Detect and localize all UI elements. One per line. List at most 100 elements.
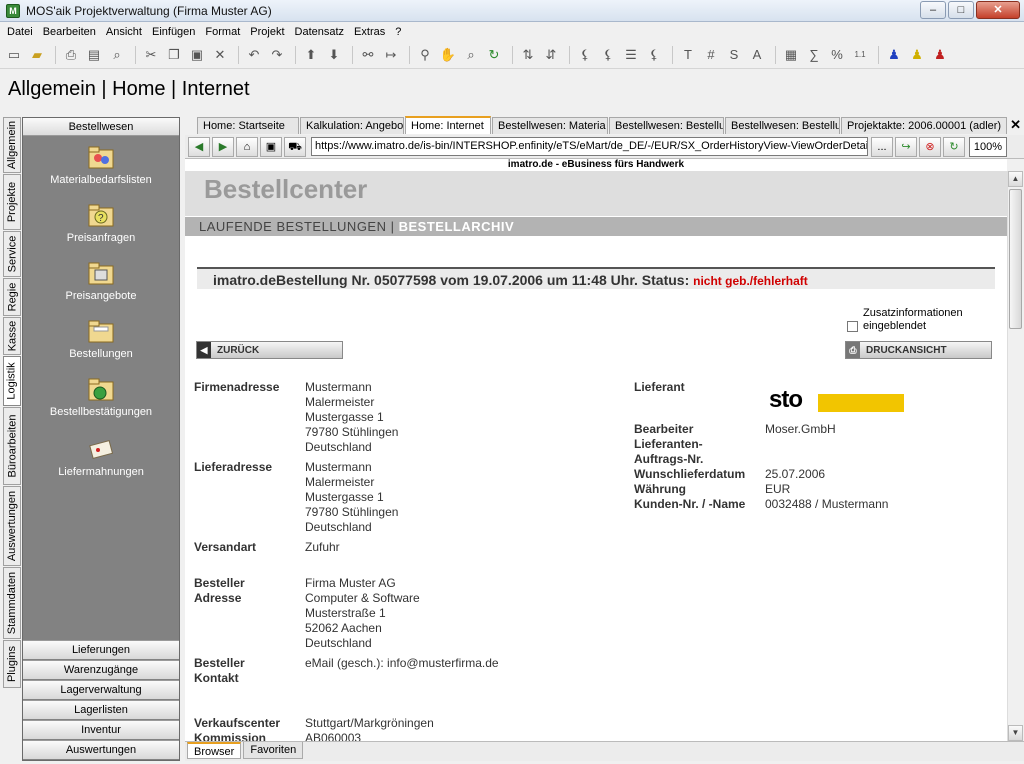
- scroll-up-icon[interactable]: ▲: [1008, 171, 1023, 187]
- panel-item-preisanfragen[interactable]: ? Preisanfragen: [23, 200, 179, 244]
- home-icon[interactable]: ⌂: [236, 136, 258, 157]
- user-red-icon[interactable]: ♟: [930, 45, 950, 65]
- close-window-button[interactable]: ✕: [976, 1, 1020, 19]
- menu-datensatz[interactable]: Datensatz: [290, 26, 350, 38]
- cart-icon[interactable]: ⛟: [284, 136, 306, 157]
- reload-icon[interactable]: ↻: [943, 136, 965, 157]
- menu-projekt[interactable]: Projekt: [245, 26, 289, 38]
- percent-icon[interactable]: %: [827, 45, 847, 65]
- print-icon[interactable]: ⎙: [61, 45, 81, 65]
- tab-home-startseite[interactable]: Home: Startseite: [197, 117, 299, 134]
- url-input[interactable]: https://www.imatro.de/is-bin/INTERSHOP.e…: [311, 137, 868, 156]
- panel-item-materialbedarfslisten[interactable]: Materialbedarfslisten: [23, 142, 179, 186]
- forward-arrow-icon[interactable]: ▶: [212, 136, 234, 157]
- text-s-icon[interactable]: S: [724, 45, 744, 65]
- goto-icon[interactable]: ↦: [381, 45, 401, 65]
- vtab-logistik[interactable]: Logistik: [3, 356, 21, 406]
- menu-bearbeiten[interactable]: Bearbeiten: [38, 26, 101, 38]
- nav-bestellarchiv[interactable]: BESTELLARCHIV: [399, 219, 515, 234]
- scroll-down-icon[interactable]: ▼: [1008, 725, 1023, 741]
- vtab-kasse[interactable]: Kasse: [3, 317, 21, 355]
- filter-list-icon[interactable]: ☰: [621, 45, 641, 65]
- vtab-stammdaten[interactable]: Stammdaten: [3, 567, 21, 639]
- minimize-button[interactable]: –: [920, 1, 946, 19]
- vtab-plugins[interactable]: Plugins: [3, 640, 21, 688]
- calculator-icon[interactable]: ▦: [781, 45, 801, 65]
- tab-favoriten[interactable]: Favoriten: [243, 742, 304, 759]
- user-blue-icon[interactable]: ♟: [884, 45, 904, 65]
- tab-bestellwesen-1[interactable]: Bestellwesen: Bestellu: [609, 117, 724, 134]
- copy-icon[interactable]: ❐: [164, 45, 184, 65]
- new-document-icon[interactable]: ▭: [4, 45, 24, 65]
- menu-format[interactable]: Format: [200, 26, 245, 38]
- search-doc-icon[interactable]: ⌕: [461, 45, 481, 65]
- text-a-icon[interactable]: A: [747, 45, 767, 65]
- paste-icon[interactable]: ▣: [187, 45, 207, 65]
- open-folder-icon[interactable]: ▰: [27, 45, 47, 65]
- menu-extras[interactable]: Extras: [349, 26, 390, 38]
- tab-bestellwesen-2[interactable]: Bestellwesen: Bestellu: [725, 117, 840, 134]
- menu-einfuegen[interactable]: Einfügen: [147, 26, 200, 38]
- tab-browser[interactable]: Browser: [187, 742, 242, 759]
- tab-projektakte[interactable]: Projektakte: 2006.00001 (adler): [841, 117, 1007, 134]
- panel-button-warenzugaenge[interactable]: Warenzugänge: [23, 660, 179, 679]
- vtab-service[interactable]: Service: [3, 231, 21, 277]
- maximize-button[interactable]: □: [948, 1, 974, 19]
- sort-desc-icon[interactable]: ⇵: [541, 45, 561, 65]
- navigate-icon[interactable]: ↪: [895, 136, 917, 157]
- hash-icon[interactable]: #: [701, 45, 721, 65]
- vtab-projekte[interactable]: Projekte: [3, 174, 21, 230]
- binoculars-icon[interactable]: ⚯: [358, 45, 378, 65]
- vtab-regie[interactable]: Regie: [3, 278, 21, 316]
- panel-button-inventur[interactable]: Inventur: [23, 720, 179, 739]
- nav-laufende-bestellungen[interactable]: LAUFENDE BESTELLUNGEN: [199, 219, 387, 234]
- panel-item-bestellbestaetigungen[interactable]: Bestellbestätigungen: [23, 374, 179, 418]
- move-down-icon[interactable]: ⬇: [324, 45, 344, 65]
- panel-button-lieferungen[interactable]: Lieferungen: [23, 640, 179, 659]
- save-page-icon[interactable]: ▣: [260, 136, 282, 157]
- back-button[interactable]: ◀ ZURÜCK: [196, 341, 343, 359]
- delete-icon[interactable]: ✕: [210, 45, 230, 65]
- formula-icon[interactable]: ∑: [804, 45, 824, 65]
- print-preview-icon[interactable]: ▤: [84, 45, 104, 65]
- sort-asc-icon[interactable]: ⇅: [518, 45, 538, 65]
- tab-home-internet[interactable]: Home: Internet: [405, 116, 491, 134]
- find-icon[interactable]: ⌕: [107, 45, 127, 65]
- move-up-icon[interactable]: ⬆: [301, 45, 321, 65]
- panel-item-bestellungen[interactable]: Bestellungen: [23, 316, 179, 360]
- panel-item-liefermahnungen[interactable]: Liefermahnungen: [23, 434, 179, 478]
- numbering-icon[interactable]: 1.1: [850, 45, 870, 65]
- back-arrow-icon[interactable]: ◀: [188, 136, 210, 157]
- text-t-icon[interactable]: T: [678, 45, 698, 65]
- vtab-allgemein[interactable]: Allgemein: [3, 117, 21, 173]
- filter-add-icon[interactable]: ⚸: [598, 45, 618, 65]
- zusatzinfo-checkbox[interactable]: [847, 321, 858, 332]
- panel-item-preisangebote[interactable]: Preisangebote: [23, 258, 179, 302]
- scroll-thumb[interactable]: [1009, 189, 1022, 329]
- vertical-scrollbar[interactable]: ▲ ▼: [1007, 171, 1023, 741]
- tab-kalkulation[interactable]: Kalkulation: Angebo: [300, 117, 404, 134]
- stop-icon[interactable]: ⊗: [919, 136, 941, 157]
- zoom-level[interactable]: 100%: [969, 136, 1007, 157]
- panel-button-lagerlisten[interactable]: Lagerlisten: [23, 700, 179, 719]
- undo-icon[interactable]: ↶: [244, 45, 264, 65]
- vtab-bueroarbeiten[interactable]: Büroarbeiten: [3, 407, 21, 485]
- panel-button-lagerverwaltung[interactable]: Lagerverwaltung: [23, 680, 179, 699]
- menu-help[interactable]: ?: [390, 26, 406, 38]
- vtab-auswertungen[interactable]: Auswertungen: [3, 486, 21, 566]
- redo-icon[interactable]: ↷: [267, 45, 287, 65]
- go-ellipsis-button[interactable]: ...: [871, 136, 893, 157]
- menu-ansicht[interactable]: Ansicht: [101, 26, 147, 38]
- filter-icon[interactable]: ⚸: [575, 45, 595, 65]
- menu-datei[interactable]: Datei: [2, 26, 38, 38]
- refresh-icon[interactable]: ↻: [484, 45, 504, 65]
- close-tab-icon[interactable]: ✕: [1010, 117, 1021, 133]
- filter-clear-icon[interactable]: ⚸: [644, 45, 664, 65]
- hand-icon[interactable]: ✋: [438, 45, 458, 65]
- tab-bestellwesen-material[interactable]: Bestellwesen: Materia: [492, 117, 608, 134]
- zoom-icon[interactable]: ⚲: [415, 45, 435, 65]
- print-view-button[interactable]: ⎙ DRUCKANSICHT: [845, 341, 992, 359]
- user-yellow-icon[interactable]: ♟: [907, 45, 927, 65]
- cut-icon[interactable]: ✂: [141, 45, 161, 65]
- panel-button-auswertungen[interactable]: Auswertungen: [23, 740, 179, 759]
